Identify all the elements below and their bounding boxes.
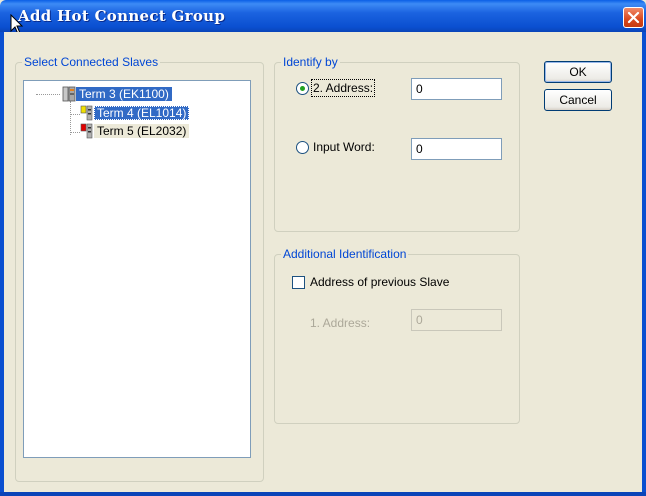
input-word-radio[interactable] [296,141,309,154]
input-word-radio-label[interactable]: Input Word: [313,140,375,154]
close-button[interactable] [623,7,644,28]
additional-group-label: Additional Identification [281,247,409,261]
slaves-group-label: Select Connected Slaves [22,55,161,69]
identify-group-label: Identify by [281,55,340,69]
tree-item-label: Term 4 (EL1014) [94,106,190,120]
previous-slave-checkbox[interactable] [292,276,305,289]
input-word-input[interactable]: 0 [411,138,502,160]
close-icon [627,11,640,24]
coupler-icon [62,86,76,102]
output-terminal-icon [80,123,93,139]
tree-item-label: Term 3 (EK1100) [76,87,172,101]
radio-selected-dot [300,86,305,91]
title-bar[interactable]: Add Hot Connect Group [0,0,646,35]
window-title: Add Hot Connect Group [18,7,226,25]
ok-button[interactable]: OK [544,61,612,83]
previous-slave-checkbox-label[interactable]: Address of previous Slave [310,275,449,289]
tree-connector [70,114,80,115]
tree-item-term4[interactable]: Term 4 (EL1014) [80,105,190,121]
address-input[interactable]: 0 [411,78,502,100]
tree-connector [70,132,80,133]
tree-item-term5[interactable]: Term 5 (EL2032) [80,123,190,139]
window-border-bottom [0,492,646,496]
tree-item-term3[interactable]: Term 3 (EK1100) [62,86,172,102]
window-border-right [642,32,646,496]
tree-connector [70,101,71,135]
slaves-tree[interactable]: Term 3 (EK1100) Term 4 (EL1014) Term 5 (… [23,80,251,458]
address1-input: 0 [411,309,502,331]
input-terminal-icon [80,105,93,121]
address-radio[interactable] [296,82,309,95]
address1-label: 1. Address: [310,316,371,330]
tree-item-label: Term 5 (EL2032) [94,124,190,138]
cancel-button[interactable]: Cancel [544,89,612,111]
tree-connector [36,94,60,95]
address-radio-label[interactable]: 2. Address: [310,79,376,97]
